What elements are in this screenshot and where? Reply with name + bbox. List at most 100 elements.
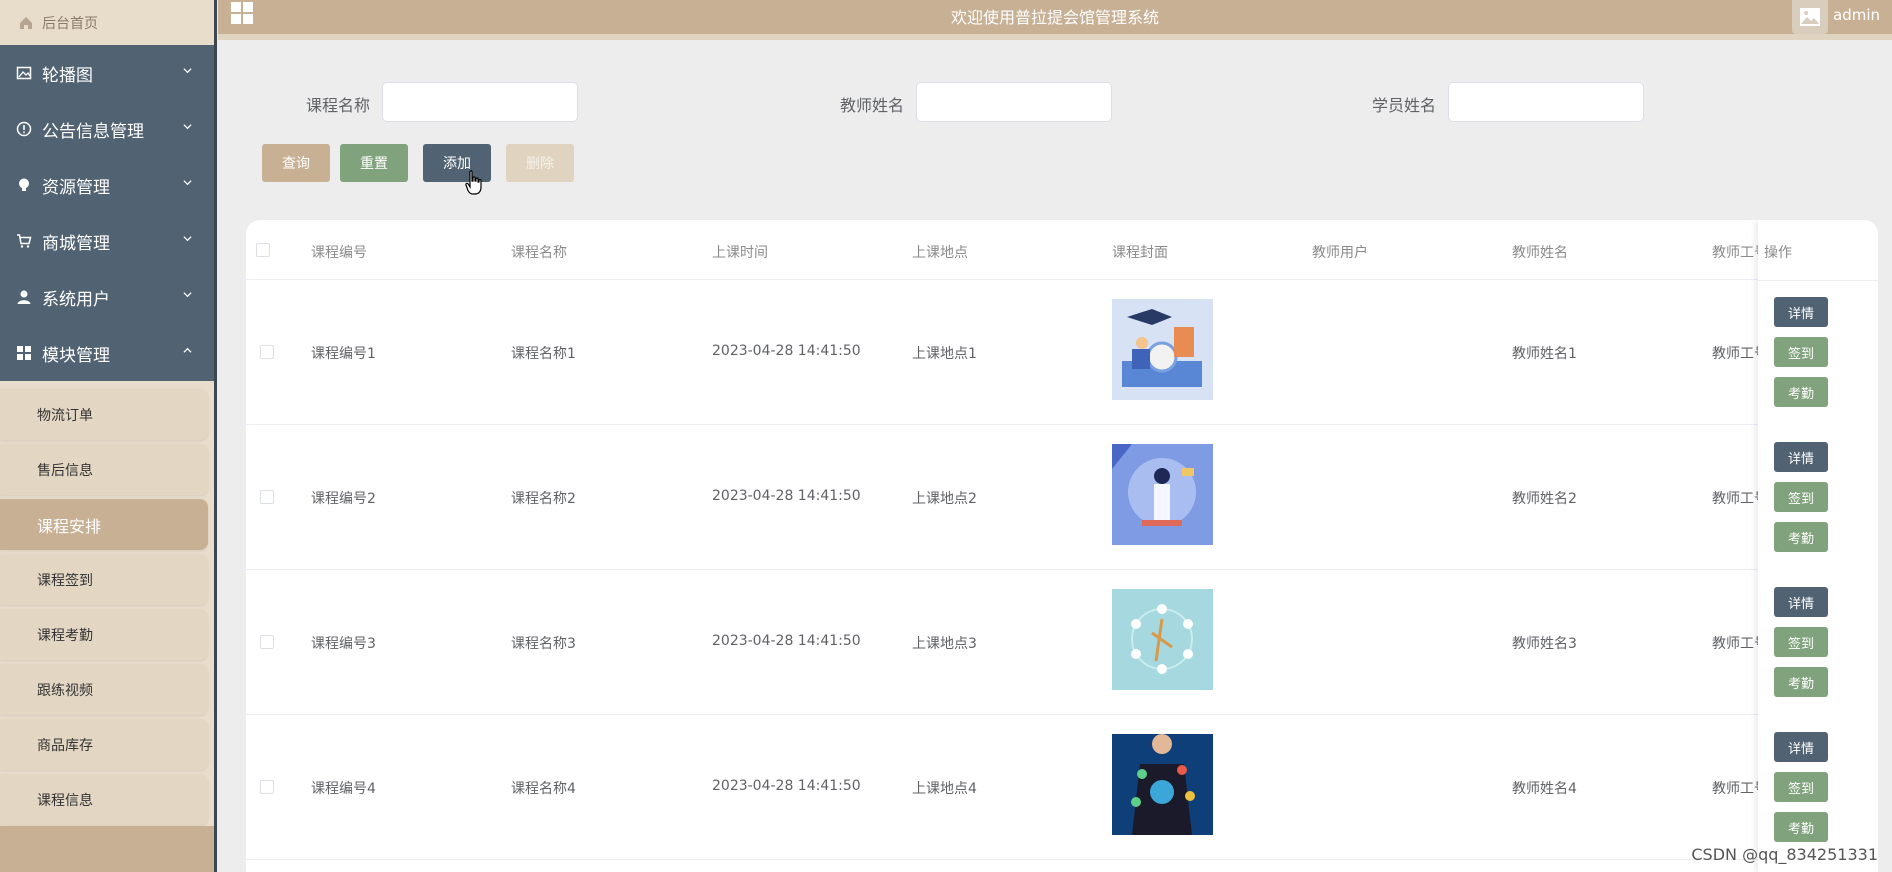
header-class-time: 上课时间: [712, 245, 768, 261]
cell-class-time: 2023-04-28 14:41:50: [712, 633, 861, 649]
sidebar-subitem-course-info[interactable]: 课程信息: [0, 774, 208, 825]
sign-in-button[interactable]: 签到: [1774, 482, 1828, 512]
cell-class-place: 上课地点2: [912, 491, 977, 507]
teacher-name-label: 教师姓名: [840, 96, 905, 115]
sidebar-item-modules[interactable]: 模块管理: [0, 325, 214, 381]
grid-icon: [17, 346, 31, 360]
sidebar-item-mall[interactable]: 商城管理: [0, 213, 214, 269]
chevron-up-icon: [183, 347, 192, 353]
sidebar-home[interactable]: 后台首页: [0, 0, 214, 45]
course-cover-image[interactable]: [1112, 299, 1213, 400]
student-name-label: 学员姓名: [1372, 96, 1437, 115]
teacher-name-input[interactable]: [916, 82, 1112, 122]
sidebar-item-users[interactable]: 系统用户: [0, 269, 214, 325]
row-checkbox[interactable]: [260, 490, 274, 504]
attendance-button[interactable]: 考勤: [1774, 377, 1828, 407]
sidebar-subitem-logistics[interactable]: 物流订单: [0, 389, 208, 440]
cell-class-time: 2023-04-28 14:41:50: [712, 488, 861, 504]
sidebar-home-label: 后台首页: [42, 15, 98, 32]
sidebar-subitem-aftersale[interactable]: 售后信息: [0, 444, 208, 495]
user-name[interactable]: admin: [1833, 6, 1880, 24]
sign-in-button[interactable]: 签到: [1774, 627, 1828, 657]
select-all-checkbox[interactable]: [256, 243, 270, 257]
delete-button[interactable]: 删除: [506, 144, 574, 182]
header-operations: 操作: [1764, 245, 1792, 261]
student-name-input[interactable]: [1448, 82, 1644, 122]
attendance-button[interactable]: 考勤: [1774, 522, 1828, 552]
header-teacher-name: 教师姓名: [1512, 245, 1568, 261]
chevron-down-icon: [183, 180, 192, 186]
hand-cursor-icon: [465, 170, 482, 195]
sidebar-subitem-signin[interactable]: 课程签到: [0, 554, 208, 605]
table-row: 课程编号4 课程名称4 2023-04-28 14:41:50 上课地点4 教师…: [246, 715, 1878, 860]
attendance-button[interactable]: 考勤: [1774, 667, 1828, 697]
row-checkbox[interactable]: [260, 780, 274, 794]
cell-teacher-name: 教师姓名2: [1512, 491, 1577, 507]
cell-course-name: 课程名称1: [511, 346, 576, 362]
header-course-name: 课程名称: [511, 245, 567, 261]
sign-in-button[interactable]: 签到: [1774, 772, 1828, 802]
course-cover-image[interactable]: [1112, 589, 1213, 690]
cell-course-code: 课程编号4: [311, 781, 376, 797]
sidebar-item-label: 资源管理: [42, 177, 110, 198]
detail-button[interactable]: 详情: [1774, 732, 1828, 762]
home-icon: [20, 16, 32, 29]
cell-course-name: 课程名称2: [511, 491, 576, 507]
table-row: 课程编号3 课程名称3 2023-04-28 14:41:50 上课地点3 教师…: [246, 570, 1878, 715]
table-row: 课程编号2 课程名称2 2023-04-28 14:41:50 上课地点2 教师…: [246, 425, 1878, 570]
header-course-code: 课程编号: [311, 245, 367, 261]
chevron-down-icon: [183, 236, 192, 242]
attendance-button[interactable]: 考勤: [1774, 812, 1828, 842]
cell-teacher-name: 教师姓名3: [1512, 636, 1577, 652]
sidebar-item-label: 模块管理: [42, 345, 110, 366]
sidebar-subitem-video[interactable]: 跟练视频: [0, 664, 208, 715]
cell-class-time: 2023-04-28 14:41:50: [712, 778, 861, 794]
course-cover-image[interactable]: [1112, 734, 1213, 835]
sidebar-subitem-stock[interactable]: 商品库存: [0, 719, 208, 770]
sign-in-button[interactable]: 签到: [1774, 337, 1828, 367]
course-name-label: 课程名称: [306, 96, 371, 115]
info-icon: [16, 121, 32, 137]
chevron-down-icon: [183, 292, 192, 298]
header-teacher-user: 教师用户: [1312, 245, 1368, 261]
detail-button[interactable]: 详情: [1774, 442, 1828, 472]
cell-class-place: 上课地点4: [912, 781, 977, 797]
page-title: 欢迎使用普拉提会馆管理系统: [950, 8, 1159, 27]
cell-class-place: 上课地点1: [912, 346, 977, 362]
cell-course-code: 课程编号2: [311, 491, 376, 507]
cell-teacher-name: 教师姓名1: [1512, 346, 1577, 362]
cell-teacher-name: 教师姓名4: [1512, 781, 1577, 797]
sidebar-item-resources[interactable]: 资源管理: [0, 157, 214, 213]
avatar[interactable]: [1792, 0, 1828, 34]
header-class-place: 上课地点: [912, 245, 968, 261]
cell-course-name: 课程名称3: [511, 636, 576, 652]
query-button[interactable]: 查询: [262, 144, 330, 182]
watermark: CSDN @qq_834251331: [1691, 845, 1878, 864]
sidebar-subitem-attendance[interactable]: 课程考勤: [0, 609, 208, 660]
header-course-cover: 课程封面: [1112, 245, 1168, 261]
course-cover-image[interactable]: [1112, 444, 1213, 545]
detail-button[interactable]: 详情: [1774, 297, 1828, 327]
cell-course-name: 课程名称4: [511, 781, 576, 797]
topbar: 欢迎使用普拉提会馆管理系统 admin: [218, 0, 1892, 40]
cart-icon: [17, 234, 32, 248]
sidebar-subitem-schedule[interactable]: 课程安排: [0, 499, 208, 550]
reset-button[interactable]: 重置: [340, 144, 408, 182]
course-name-input[interactable]: [382, 82, 578, 122]
course-table: 课程编号 课程名称 上课时间 上课地点 课程封面 教师用户 教师姓名 教师工号 …: [246, 220, 1878, 872]
submenu: 物流订单 售后信息 课程安排 课程签到 课程考勤 跟练视频 商品库存 课程信息: [0, 381, 214, 833]
chevron-down-icon: [183, 124, 192, 130]
user-icon: [17, 290, 31, 304]
row-checkbox[interactable]: [260, 345, 274, 359]
cell-class-place: 上课地点3: [912, 636, 977, 652]
detail-button[interactable]: 详情: [1774, 587, 1828, 617]
search-form: 课程名称 教师姓名 学员姓名: [0, 82, 1892, 122]
sidebar-item-label: 商城管理: [42, 233, 110, 254]
bulb-icon: [19, 178, 29, 191]
table-row: 课程编号1 课程名称1 2023-04-28 14:41:50 上课地点1 教师…: [246, 280, 1878, 425]
operations-column: 操作 详情 签到 考勤 详情 签到 考勤 详情 签到 考勤 详情 签到 考勤: [1758, 220, 1878, 872]
row-checkbox[interactable]: [260, 635, 274, 649]
image-placeholder-icon: [1800, 8, 1820, 26]
cell-course-code: 课程编号1: [311, 346, 376, 362]
cell-course-code: 课程编号3: [311, 636, 376, 652]
